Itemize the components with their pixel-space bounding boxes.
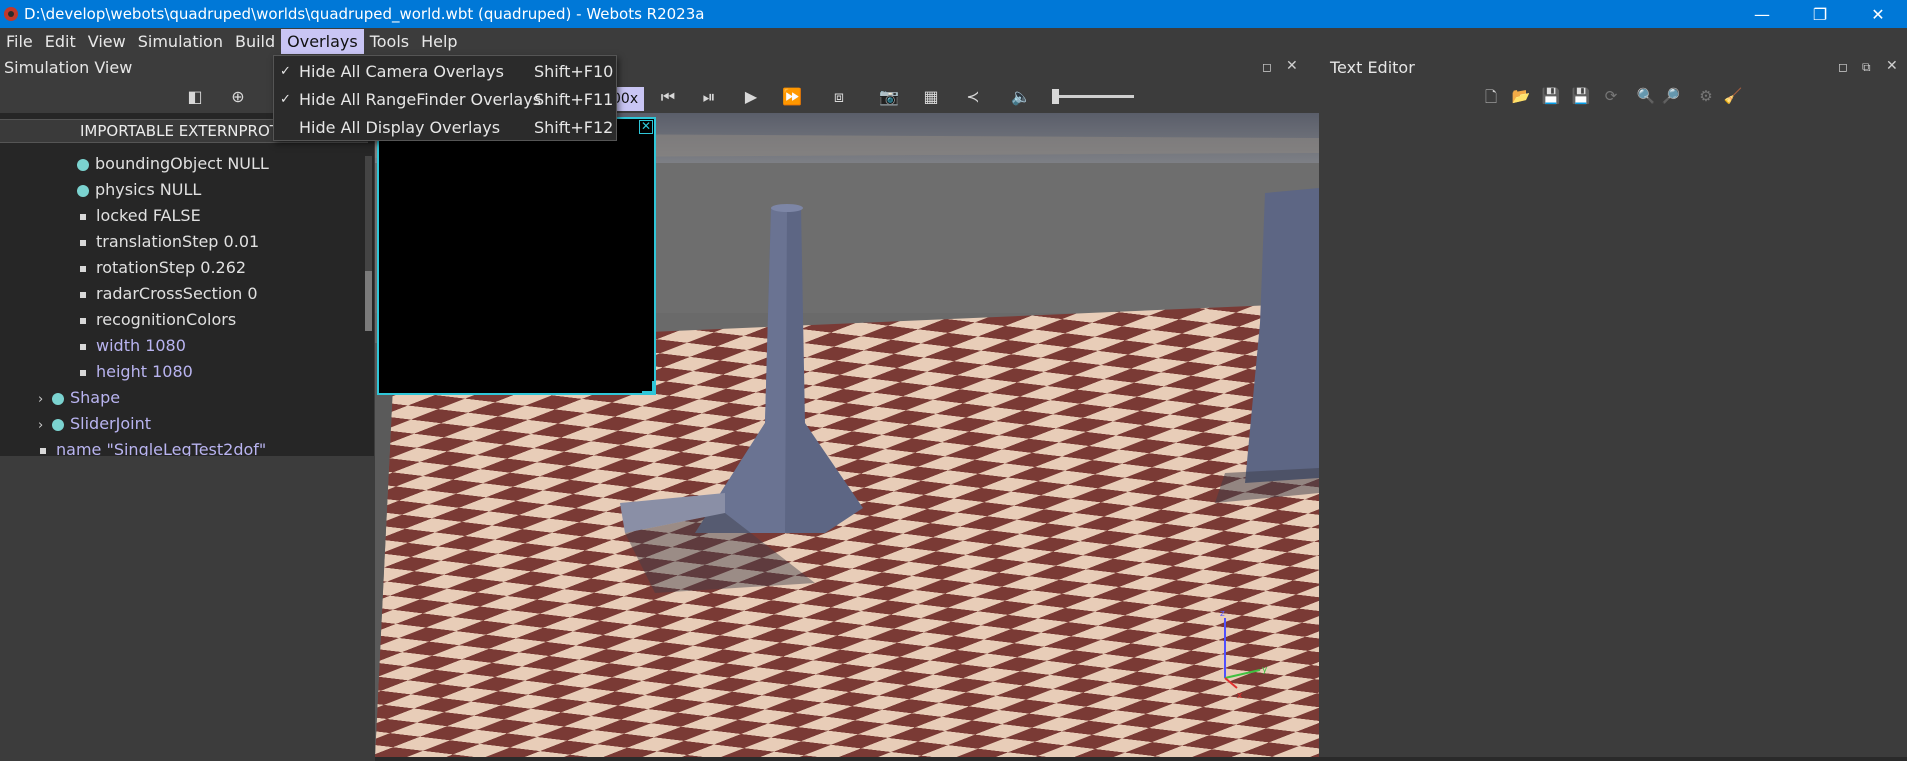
new-file-icon[interactable]: 🗋 [1480, 87, 1502, 112]
field-bullet-icon [40, 447, 46, 454]
tree-item-locked[interactable]: locked FALSE [80, 203, 201, 229]
tree-item-width[interactable]: width 1080 [80, 333, 186, 359]
scene-tree: IMPORTABLE EXTERNPROTO boundingObject NU… [0, 113, 374, 456]
float-panel-icon[interactable]: ◻ [1262, 60, 1272, 74]
close-overlay-icon[interactable]: ✕ [639, 120, 653, 134]
simulation-view-title: Simulation View [4, 58, 133, 77]
field-bullet-icon [80, 369, 86, 376]
axis-x-label: x [1237, 691, 1243, 701]
scrollbar-thumb[interactable] [365, 271, 372, 331]
revert-icon[interactable]: ⟳ [1600, 87, 1622, 105]
save-as-icon[interactable]: 💾 [1570, 87, 1592, 105]
tree-item-boundingobject[interactable]: boundingObject NULL [77, 151, 269, 177]
node-icon [77, 184, 89, 197]
screenshot-icon[interactable]: 📷 [878, 87, 900, 107]
field-bullet-icon [80, 265, 86, 272]
close-panel-icon[interactable]: ✕ [1886, 58, 1898, 74]
build-icon[interactable]: ⚙ [1695, 87, 1717, 105]
step-icon[interactable]: ⏯ [698, 87, 720, 107]
clean-icon[interactable]: 🧹 [1722, 87, 1744, 105]
restore-button[interactable]: ❐ [1791, 0, 1849, 28]
close-panel-icon[interactable]: ✕ [1286, 58, 1298, 74]
menu-bar: File Edit View Simulation Build Overlays… [0, 28, 1907, 55]
window-title: D:\develop\webots\quadruped\worlds\quadr… [24, 5, 705, 23]
menu-item-hide-rangefinder-overlays[interactable]: ✓ Hide All RangeFinder Overlays Shift+F1… [274, 86, 616, 113]
movie-icon[interactable]: ▦ [920, 87, 942, 107]
axis-y-label: y [1262, 665, 1268, 675]
chevron-right-icon[interactable]: › [38, 413, 52, 439]
minimize-button[interactable]: — [1733, 0, 1791, 28]
menu-help[interactable]: Help [415, 29, 463, 54]
menu-build[interactable]: Build [229, 29, 281, 54]
node-icon [52, 392, 64, 405]
rendering-toggle-icon[interactable]: ⧈ [828, 87, 850, 107]
fast-forward-icon[interactable]: ⏩ [781, 87, 803, 107]
field-bullet-icon [80, 239, 86, 246]
window-controls: — ❐ ✕ [1733, 0, 1907, 28]
menu-item-hide-camera-overlays[interactable]: ✓ Hide All Camera Overlays Shift+F10 [274, 58, 616, 85]
field-editor-area [0, 456, 375, 761]
field-bullet-icon [80, 213, 86, 220]
share-icon[interactable]: ≺ [962, 87, 984, 107]
title-bar: D:\develop\webots\quadruped\worlds\quadr… [0, 0, 1907, 28]
toggle-scene-tree-icon[interactable]: ◧ [184, 87, 206, 107]
field-bullet-icon [80, 317, 86, 324]
tree-item-height[interactable]: height 1080 [80, 359, 193, 385]
resize-handle-icon[interactable] [642, 381, 654, 393]
tree-item-sliderjoint[interactable]: › SliderJoint [38, 411, 151, 437]
float-panel-icon[interactable]: ◻ [1838, 60, 1848, 74]
text-editor-title: Text Editor [1330, 58, 1415, 77]
find-icon[interactable]: 🔍 [1635, 87, 1657, 105]
menu-overlays[interactable]: Overlays [281, 29, 364, 54]
tree-item-shape[interactable]: › Shape [38, 385, 120, 411]
menu-tools[interactable]: Tools [364, 29, 415, 54]
menu-file[interactable]: File [0, 29, 39, 54]
menu-edit[interactable]: Edit [39, 29, 82, 54]
camera-overlay[interactable]: ✕ [377, 117, 656, 395]
volume-slider[interactable] [1052, 95, 1134, 98]
scene-tree-scrollbar[interactable] [365, 156, 372, 331]
mute-icon[interactable]: 🔈 [1010, 87, 1032, 107]
check-icon: ✓ [280, 64, 291, 79]
text-editor-panel: Text Editor ◻ ⧉ ✕ 🗋 📂 💾 💾 ⟳ 🔍 🔎 ⚙ 🧹 [1320, 57, 1907, 761]
menu-view[interactable]: View [82, 29, 132, 54]
node-icon [52, 418, 64, 431]
open-file-icon[interactable]: 📂 [1510, 87, 1532, 105]
tree-item-rotationstep[interactable]: rotationStep 0.262 [80, 255, 246, 281]
add-node-icon[interactable]: ⊕ [227, 87, 249, 107]
chevron-right-icon[interactable]: › [38, 387, 52, 413]
menu-item-hide-display-overlays[interactable]: Hide All Display Overlays Shift+F12 [274, 114, 616, 141]
volume-slider-handle[interactable] [1052, 89, 1059, 104]
overlays-dropdown-menu: ✓ Hide All Camera Overlays Shift+F10 ✓ H… [273, 55, 617, 141]
webots-logo-icon [4, 7, 18, 21]
play-icon[interactable]: ▶ [740, 87, 762, 107]
check-icon: ✓ [280, 92, 291, 107]
close-window-button[interactable]: ✕ [1849, 0, 1907, 28]
tree-item-recognitioncolors[interactable]: recognitionColors [80, 307, 236, 333]
menu-simulation[interactable]: Simulation [132, 29, 229, 54]
field-bullet-icon [80, 343, 86, 350]
tree-item-name[interactable]: name "SingleLegTest2dof" [40, 437, 266, 456]
replace-icon[interactable]: 🔎 [1660, 87, 1682, 105]
reset-simulation-icon[interactable]: ⏮ [657, 87, 679, 107]
maximize-panel-icon[interactable]: ⧉ [1862, 60, 1871, 75]
tree-item-translationstep[interactable]: translationStep 0.01 [80, 229, 259, 255]
tree-item-radarcrosssection[interactable]: radarCrossSection 0 [80, 281, 258, 307]
node-icon [77, 158, 89, 171]
axis-z-label: z [1220, 609, 1225, 619]
save-file-icon[interactable]: 💾 [1540, 87, 1562, 105]
field-bullet-icon [80, 291, 86, 298]
tree-item-physics[interactable]: physics NULL [77, 177, 201, 203]
status-strip [375, 757, 1907, 761]
